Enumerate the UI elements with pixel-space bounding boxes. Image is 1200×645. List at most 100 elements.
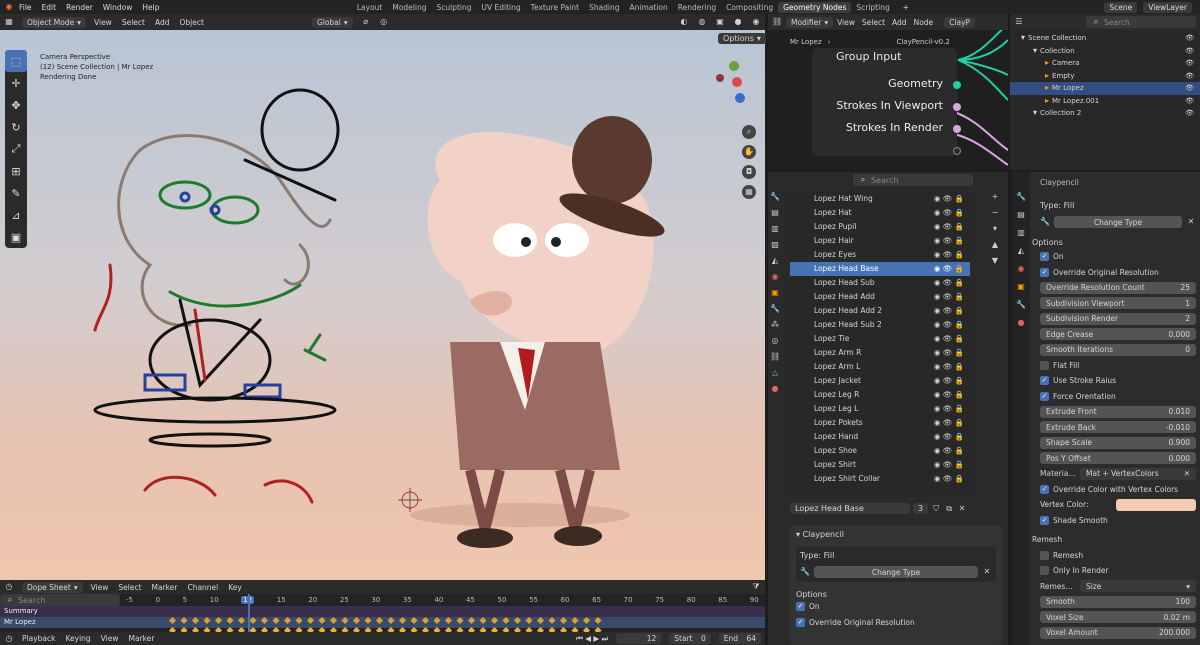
tab-uv-editing[interactable]: UV Editing (477, 2, 526, 13)
tab-compositing[interactable]: Compositing (721, 2, 778, 13)
only-render-checkbox[interactable] (1040, 566, 1049, 576)
tab-geometry-nodes[interactable]: Geometry Nodes (778, 1, 852, 13)
layer-row[interactable]: Lopez Shirt Collar ◉ 👁 🔒 (790, 472, 970, 486)
outliner-row[interactable]: ▸ Mr Lopez.001 👁 (1010, 95, 1200, 108)
dope-menu-channel[interactable]: Channel (187, 583, 218, 592)
start-frame-field[interactable]: Start 0 (669, 633, 711, 644)
layer-row[interactable]: Lopez Leg R ◉ 👁 🔒 (790, 388, 970, 402)
empty-socket[interactable] (953, 147, 961, 155)
measure-tool-icon[interactable]: ⊿ (5, 204, 27, 226)
keyframe[interactable] (341, 616, 349, 625)
remesh-mode-selector[interactable]: Size ▾ (1080, 580, 1196, 593)
layer-row[interactable]: Lopez Hat ◉ 👁 🔒 (790, 206, 970, 220)
layer-row[interactable]: Lopez Jacket ◉ 👁 🔒 (790, 374, 970, 388)
tab-shading[interactable]: Shading (584, 2, 624, 13)
modifier-tab-icon[interactable]: 🔧 (1016, 300, 1026, 310)
zoom-icon[interactable]: ⌕ (742, 125, 756, 139)
option-field[interactable]: Shape Scale 0.900 (1040, 436, 1196, 449)
viewport-menu-view[interactable]: View (94, 18, 112, 27)
visibility-icon[interactable]: 👁 (1185, 45, 1194, 58)
menu-help[interactable]: Help (142, 3, 159, 12)
dope-menu-marker[interactable]: Marker (152, 583, 178, 592)
layer-row[interactable]: Lopez Shoe ◉ 👁 🔒 (790, 444, 970, 458)
layer-row[interactable]: Lopez Eyes ◉ 👁 🔒 (790, 248, 970, 262)
outliner-row[interactable]: ▾ Scene Collection 👁 (1010, 32, 1200, 45)
keyframe[interactable] (306, 616, 315, 625)
object-tab-icon[interactable]: ▣ (770, 288, 780, 298)
keyframe[interactable] (180, 616, 188, 625)
shading-render-icon[interactable]: ◉ (751, 17, 761, 27)
outliner-row[interactable]: ▸ Mr Lopez 👁 (1010, 82, 1200, 95)
current-frame-field[interactable]: 12 (616, 633, 662, 644)
option-field[interactable]: Edge Crease 0.000 (1040, 328, 1196, 341)
remesh-checkbox[interactable] (1040, 550, 1049, 560)
layer-search-input[interactable]: ⌕ Search (853, 174, 973, 186)
particles-tab-icon[interactable]: ⁂ (770, 320, 780, 330)
visibility-icon[interactable]: 👁 (1185, 95, 1194, 108)
view-layer-tab-icon[interactable]: ▧ (770, 240, 780, 250)
layer-toggle-icons[interactable]: ◉ 👁 🔒 (934, 444, 964, 458)
keyframe[interactable] (548, 616, 556, 625)
keyframe[interactable] (421, 616, 430, 625)
active-layer-name-field[interactable]: Lopez Head Base (790, 503, 910, 514)
xray-icon[interactable]: ▣ (715, 17, 725, 27)
layer-toggle-icons[interactable]: ◉ 👁 🔒 (934, 276, 964, 290)
annotate-tool-icon[interactable]: ✎ (5, 182, 27, 204)
output-tab-icon[interactable]: ▥ (1016, 228, 1026, 238)
visibility-icon[interactable]: ◐ (679, 17, 689, 27)
playback-menu-playback[interactable]: Playback (22, 634, 55, 643)
node-group-selector[interactable]: ClayP (944, 16, 976, 28)
move-up-icon[interactable]: ▲ (990, 240, 1000, 250)
close-icon[interactable]: ✕ (982, 567, 992, 577)
keyframe[interactable] (525, 616, 533, 625)
keyframe[interactable] (272, 616, 280, 625)
node-editor-icon[interactable]: ⛓ (772, 17, 782, 27)
layer-toggle-icons[interactable]: ◉ 👁 🔒 (934, 430, 964, 444)
blender-logo-icon[interactable]: ◉ (4, 2, 14, 12)
layer-toggle-icons[interactable]: ◉ 👁 🔒 (934, 262, 964, 276)
transform-tool-icon[interactable]: ⊞ (5, 160, 27, 182)
layer-toggle-icons[interactable]: ◉ 👁 🔒 (934, 332, 964, 346)
orientation-selector[interactable]: Global ▾ (311, 16, 353, 28)
layer-row[interactable]: Lopez Hand ◉ 👁 🔒 (790, 430, 970, 444)
layer-row[interactable]: Lopez Head Sub 2 ◉ 👁 🔒 (790, 318, 970, 332)
visibility-icon[interactable]: 👁 (1185, 70, 1194, 83)
override-color-checkbox[interactable]: ✓ (1040, 484, 1049, 494)
clock-icon[interactable]: ◷ (4, 582, 14, 592)
layer-menu-icon[interactable]: ▾ (990, 224, 1000, 234)
keyframe[interactable] (295, 616, 303, 625)
outliner-row[interactable]: ▾ Collection 👁 (1010, 45, 1200, 58)
tab-layout[interactable]: Layout (352, 2, 388, 13)
modifier-panel-title[interactable]: ▾ Claypencil (796, 530, 996, 539)
override-checkbox-left[interactable]: ✓ (796, 617, 805, 627)
layer-toggle-icons[interactable]: ◉ 👁 🔒 (934, 458, 964, 472)
option-checkbox[interactable]: ✓ (1040, 376, 1049, 386)
playhead[interactable] (248, 594, 250, 632)
keyframe[interactable] (594, 616, 602, 625)
unlink-icon[interactable]: ✕ (957, 504, 967, 514)
fake-user-icon[interactable]: ⛉ (931, 504, 941, 514)
tab-scripting[interactable]: Scripting (851, 2, 894, 13)
move-tool-icon[interactable]: ✥ (5, 94, 27, 116)
layer-toggle-icons[interactable]: ◉ 👁 🔒 (934, 234, 964, 248)
node-menu-select[interactable]: Select (862, 18, 885, 27)
end-frame-field[interactable]: End 64 (718, 633, 761, 644)
option-field[interactable]: Subdivision Render 2 (1040, 312, 1196, 325)
layer-toggle-icons[interactable]: ◉ 👁 🔒 (934, 472, 964, 486)
tab-texture-paint[interactable]: Texture Paint (526, 2, 584, 13)
world-tab-icon[interactable]: ◉ (770, 272, 780, 282)
viewport-menu-add[interactable]: Add (155, 18, 170, 27)
object-tab-icon[interactable]: ▣ (1016, 282, 1026, 292)
keyframe[interactable] (387, 616, 395, 625)
group-input-node[interactable]: Group Input Geometry Strokes In Viewport… (812, 48, 961, 156)
voxel-amount-field[interactable]: Voxel Amount 200.000 (1040, 626, 1196, 639)
layer-row[interactable]: Lopez Hat Wing ◉ 👁 🔒 (790, 192, 970, 206)
option-field[interactable]: Subdivision Viewport 1 (1040, 297, 1196, 310)
keyframe[interactable] (237, 616, 246, 625)
rotate-tool-icon[interactable]: ↻ (5, 116, 27, 138)
3d-viewport[interactable] (0, 30, 765, 580)
view-layer-selector[interactable]: ViewLayer (1143, 1, 1192, 13)
tool-tab-icon[interactable]: 🔧 (1016, 192, 1026, 202)
keyframe[interactable] (260, 616, 269, 625)
world-tab-icon[interactable]: ◉ (1016, 264, 1026, 274)
